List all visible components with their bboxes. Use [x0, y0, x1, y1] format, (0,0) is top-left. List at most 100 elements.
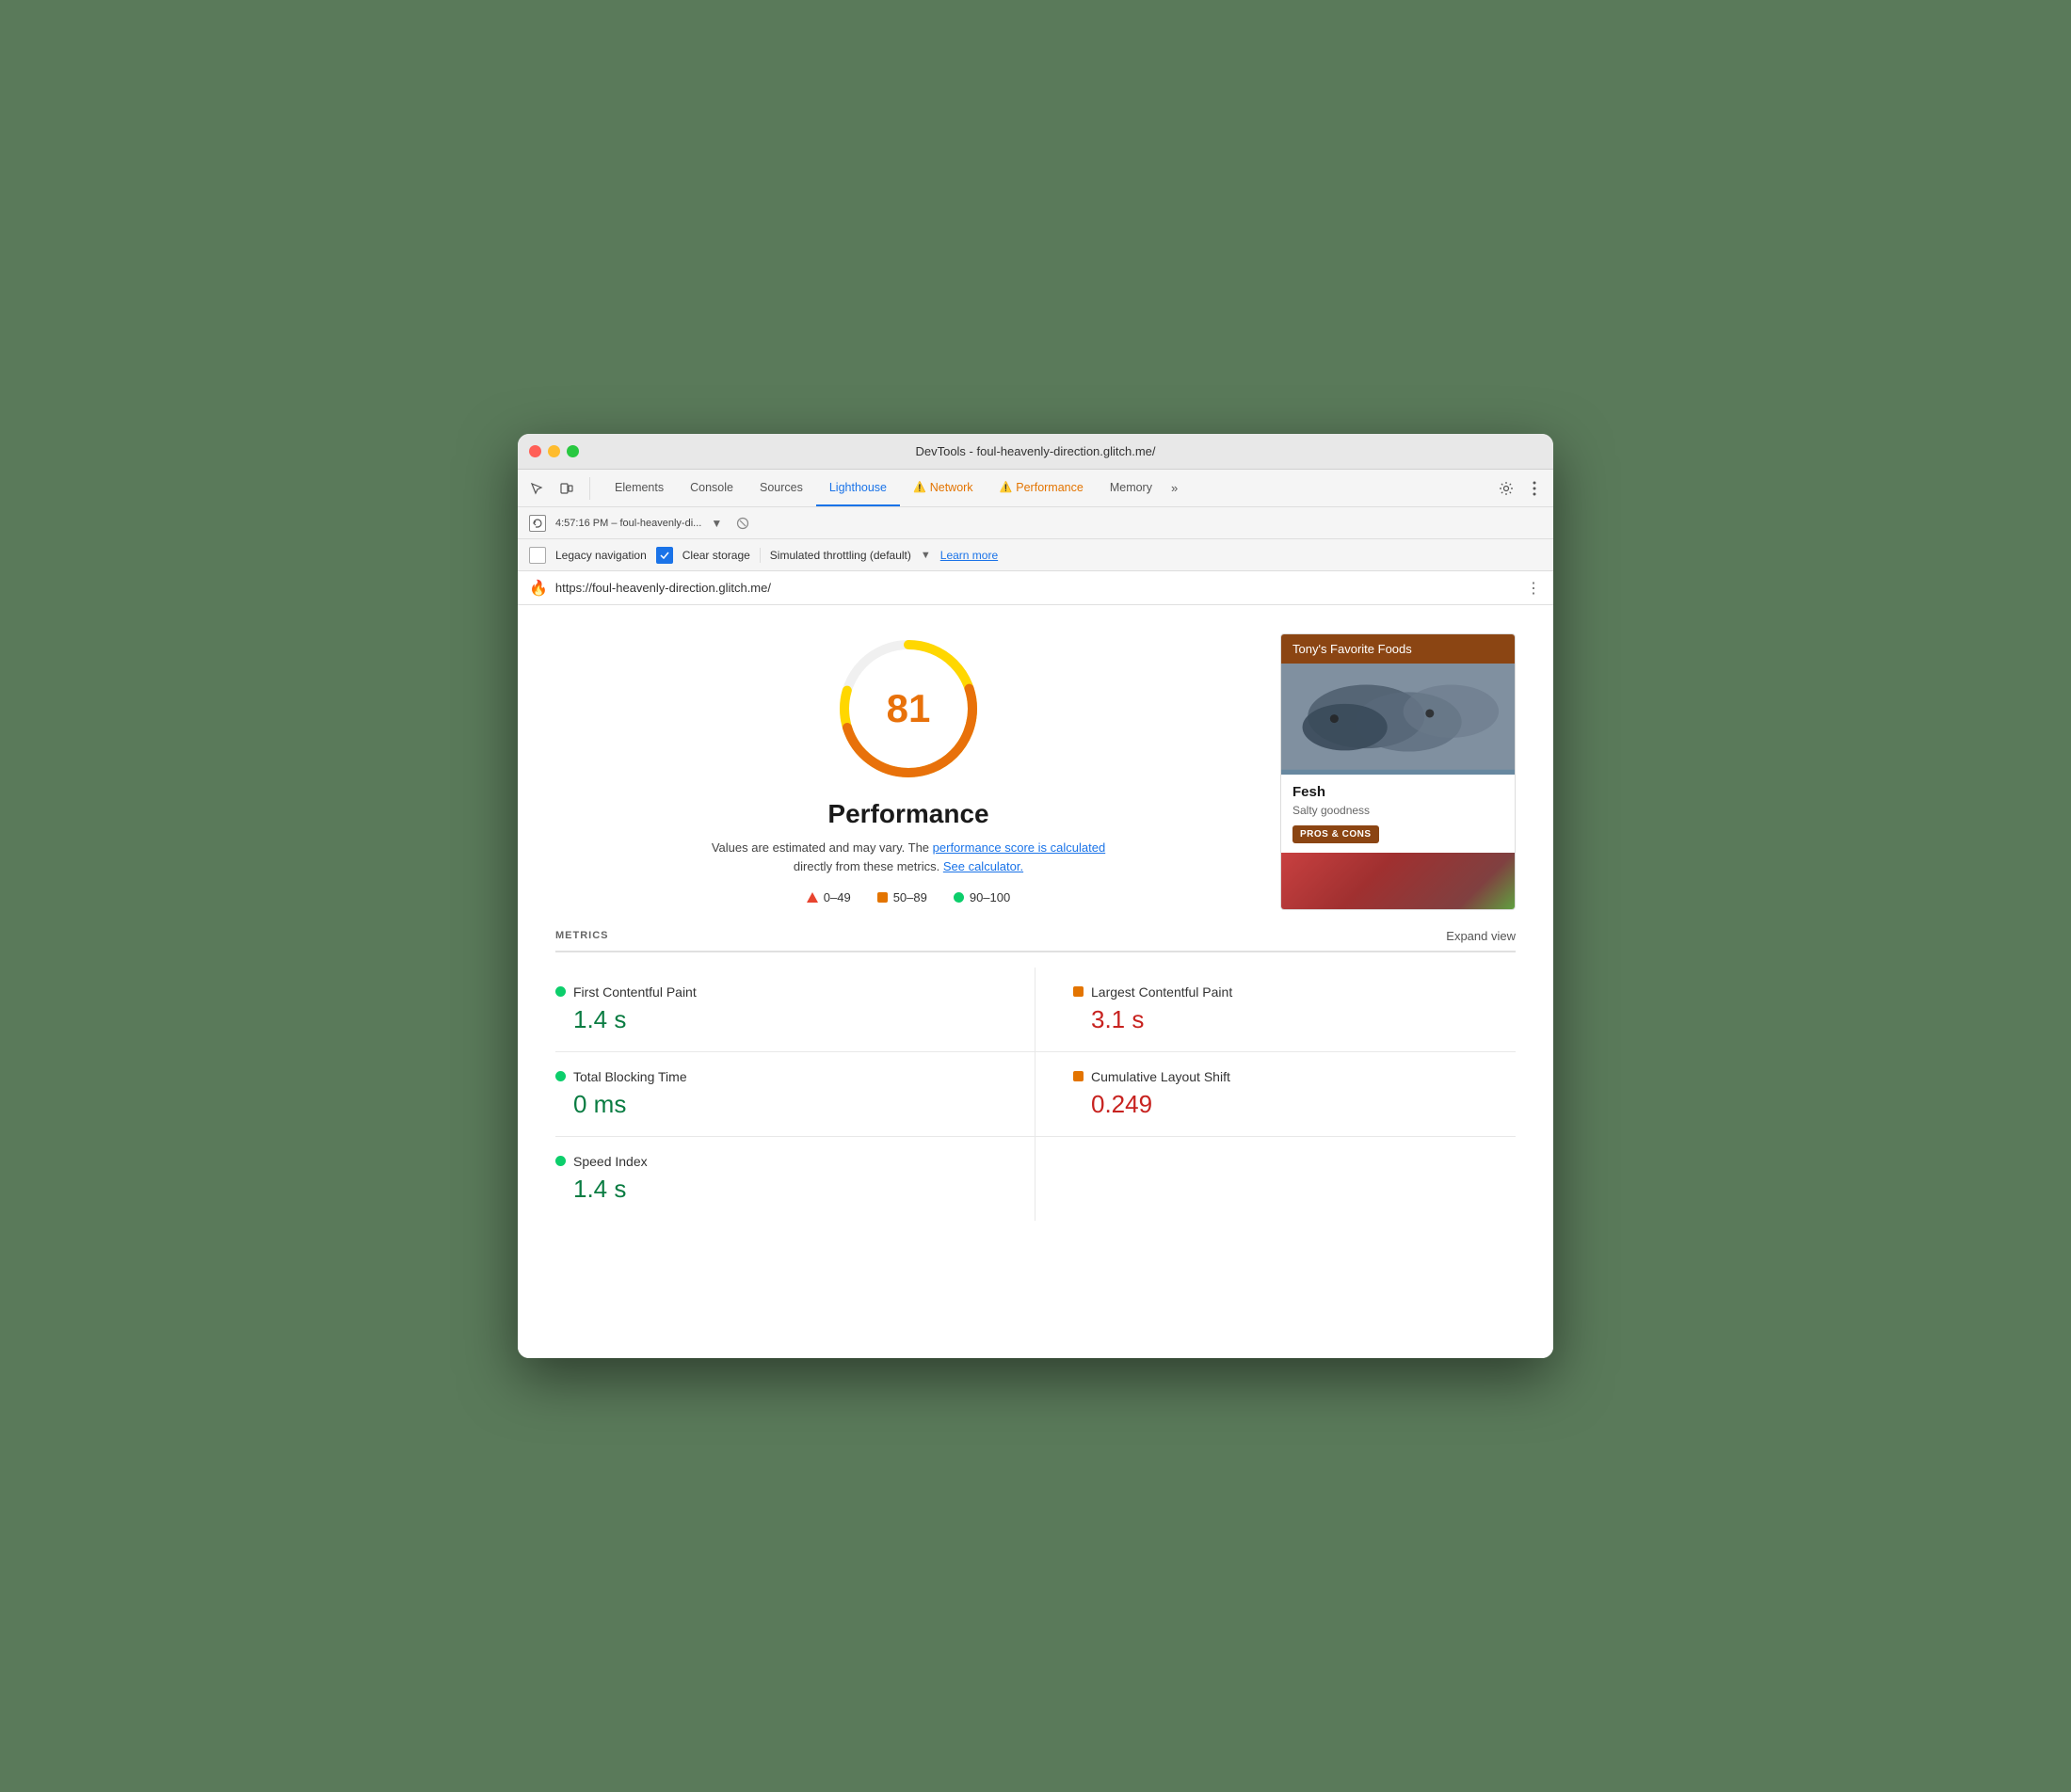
tab-performance[interactable]: ⚠️ Performance — [987, 470, 1097, 506]
cls-status-icon — [1073, 1071, 1084, 1081]
preview-card: Tony's Favorite Foods — [1280, 633, 1516, 910]
nav-icons — [525, 477, 590, 500]
metric-tbt: Total Blocking Time 0 ms — [555, 1052, 1036, 1137]
preview-card-header: Tony's Favorite Foods — [1281, 634, 1515, 664]
clear-storage-checkbox[interactable] — [656, 547, 673, 564]
calculator-link[interactable]: See calculator. — [943, 859, 1023, 873]
toolbar-row: 4:57:16 PM – foul-heavenly-di... ▼ — [518, 507, 1553, 539]
metric-lcp-header: Largest Contentful Paint — [1073, 984, 1516, 1000]
expand-view-button[interactable]: Expand view — [1446, 929, 1516, 943]
average-icon — [877, 892, 888, 903]
perf-score-link[interactable]: performance score is calculated — [933, 840, 1106, 855]
toolbar-separator — [760, 548, 761, 563]
reload-button[interactable] — [529, 515, 546, 532]
clear-storage-label: Clear storage — [682, 549, 750, 562]
tab-network[interactable]: ⚠️ Network — [900, 470, 987, 506]
throttle-dropdown-icon[interactable]: ▼ — [921, 550, 931, 561]
tbt-value: 0 ms — [573, 1090, 997, 1119]
settings-icon[interactable] — [1495, 477, 1517, 500]
legend-fail: 0–49 — [807, 890, 851, 904]
cls-value: 0.249 — [1091, 1090, 1516, 1119]
score-circle: 81 — [833, 633, 984, 784]
more-tabs-button[interactable]: » — [1165, 479, 1183, 497]
more-options-icon[interactable] — [1523, 477, 1546, 500]
lcp-name: Largest Contentful Paint — [1091, 984, 1232, 1000]
tab-memory[interactable]: Memory — [1097, 470, 1165, 506]
close-button[interactable] — [529, 445, 541, 457]
titlebar: DevTools - foul-heavenly-direction.glitc… — [518, 434, 1553, 470]
url-row: 🔥 https://foul-heavenly-direction.glitch… — [518, 571, 1553, 605]
metric-tbt-header: Total Blocking Time — [555, 1069, 997, 1084]
metrics-title: METRICS — [555, 930, 609, 941]
metric-lcp: Largest Contentful Paint 3.1 s — [1036, 968, 1516, 1052]
metric-cls-header: Cumulative Layout Shift — [1073, 1069, 1516, 1084]
options-row: Legacy navigation Clear storage Simulate… — [518, 539, 1553, 571]
no-throttle-icon[interactable] — [731, 512, 754, 535]
metric-fcp: First Contentful Paint 1.4 s — [555, 968, 1036, 1052]
metric-si: Speed Index 1.4 s — [555, 1137, 1036, 1221]
fcp-value: 1.4 s — [573, 1005, 997, 1034]
performance-warning-icon: ⚠️ — [1000, 481, 1013, 493]
fail-label: 0–49 — [824, 890, 851, 904]
score-value: 81 — [887, 686, 931, 731]
minimize-button[interactable] — [548, 445, 560, 457]
legend-average: 50–89 — [877, 890, 927, 904]
tab-elements[interactable]: Elements — [602, 470, 677, 506]
score-legend: 0–49 50–89 90–100 — [807, 890, 1010, 904]
preview-item-name: Fesh — [1292, 784, 1503, 800]
si-name: Speed Index — [573, 1154, 648, 1169]
pass-icon — [954, 892, 964, 903]
metrics-header: METRICS Expand view — [555, 929, 1516, 952]
devtools-nav: Elements Console Sources Lighthouse ⚠️ N… — [518, 470, 1553, 507]
legacy-nav-checkbox[interactable] — [529, 547, 546, 564]
throttle-label: Simulated throttling (default) — [770, 549, 911, 562]
preview-item-desc: Salty goodness — [1292, 804, 1503, 817]
preview-second-image — [1281, 853, 1515, 909]
metric-si-header: Speed Index — [555, 1154, 997, 1169]
site-favicon: 🔥 — [529, 579, 548, 598]
preview-body: Fesh Salty goodness PROS & CONS — [1281, 775, 1515, 853]
device-icon[interactable] — [555, 477, 578, 500]
tab-sources[interactable]: Sources — [747, 470, 816, 506]
main-content: 81 Performance Values are estimated and … — [518, 605, 1553, 1358]
window-title: DevTools - foul-heavenly-direction.glitc… — [915, 444, 1155, 458]
fish-svg — [1281, 664, 1515, 770]
nav-tabs: Elements Console Sources Lighthouse ⚠️ N… — [602, 470, 1495, 506]
fail-icon — [807, 892, 818, 903]
average-label: 50–89 — [893, 890, 927, 904]
network-warning-icon: ⚠️ — [913, 481, 926, 493]
score-section: 81 Performance Values are estimated and … — [518, 605, 1553, 929]
maximize-button[interactable] — [567, 445, 579, 457]
nav-right — [1495, 477, 1546, 500]
traffic-lights — [529, 445, 579, 457]
metrics-section: METRICS Expand view First Contentful Pai… — [518, 929, 1553, 1249]
score-title: Performance — [827, 799, 988, 829]
score-left: 81 Performance Values are estimated and … — [555, 633, 1261, 910]
devtools-window: DevTools - foul-heavenly-direction.glitc… — [518, 434, 1553, 1358]
dropdown-icon[interactable]: ▼ — [711, 517, 722, 530]
fcp-status-icon — [555, 986, 566, 997]
tbt-name: Total Blocking Time — [573, 1069, 687, 1084]
preview-cta-button[interactable]: PROS & CONS — [1292, 825, 1379, 843]
legend-pass: 90–100 — [954, 890, 1010, 904]
fcp-name: First Contentful Paint — [573, 984, 697, 1000]
tab-console[interactable]: Console — [677, 470, 747, 506]
si-value: 1.4 s — [573, 1175, 997, 1204]
url-text: https://foul-heavenly-direction.glitch.m… — [555, 581, 1518, 595]
si-status-icon — [555, 1156, 566, 1166]
legacy-nav-label: Legacy navigation — [555, 549, 647, 562]
metric-fcp-header: First Contentful Paint — [555, 984, 997, 1000]
cls-name: Cumulative Layout Shift — [1091, 1069, 1230, 1084]
url-more-button[interactable]: ⋮ — [1526, 579, 1542, 598]
tab-lighthouse[interactable]: Lighthouse — [816, 470, 900, 506]
session-label: 4:57:16 PM – foul-heavenly-di... — [555, 518, 701, 529]
lcp-status-icon — [1073, 986, 1084, 997]
score-description: Values are estimated and may vary. The p… — [701, 839, 1116, 875]
inspect-icon[interactable] — [525, 477, 548, 500]
lcp-value: 3.1 s — [1091, 1005, 1516, 1034]
learn-more-link[interactable]: Learn more — [940, 549, 998, 562]
pass-label: 90–100 — [970, 890, 1010, 904]
metric-cls: Cumulative Layout Shift 0.249 — [1036, 1052, 1516, 1137]
preview-fish-image — [1281, 664, 1515, 775]
tbt-status-icon — [555, 1071, 566, 1081]
